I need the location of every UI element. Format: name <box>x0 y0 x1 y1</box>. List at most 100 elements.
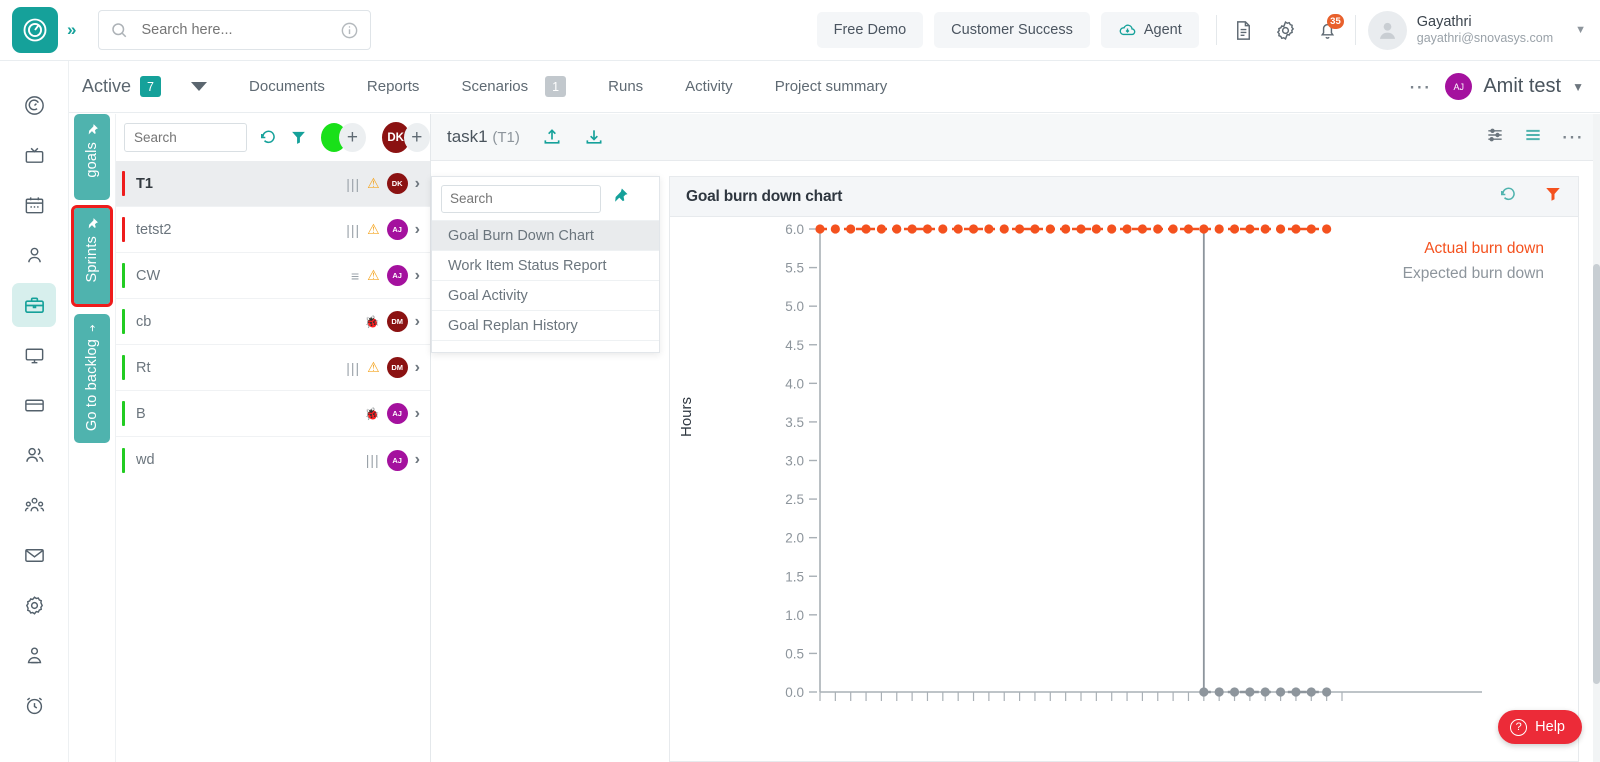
tab-documents[interactable]: Documents <box>249 78 325 95</box>
tab-activity[interactable]: Activity <box>685 78 733 95</box>
row-avatar[interactable]: AJ <box>387 403 408 424</box>
chevron-right-icon[interactable]: › <box>415 221 420 239</box>
notifications-button[interactable]: 35 <box>1307 10 1349 50</box>
add-goal-button[interactable]: + <box>339 123 365 152</box>
priority-icon[interactable]: ||| <box>346 360 360 376</box>
table-row[interactable]: B 🐞 AJ › <box>116 391 430 437</box>
info-circle-icon[interactable] <box>340 21 359 40</box>
sidebar-item-mail[interactable] <box>12 533 56 577</box>
search-input[interactable] <box>141 22 340 38</box>
list-search-input[interactable] <box>124 123 247 152</box>
menu-item-goal-burn-down-chart[interactable]: Goal Burn Down Chart <box>432 220 659 250</box>
row-avatar[interactable]: AJ <box>387 265 408 286</box>
sidebar-item-spiral[interactable] <box>12 83 56 127</box>
vertical-scrollbar[interactable] <box>1593 114 1600 762</box>
menu-item-goal-activity[interactable]: Goal Activity <box>432 280 659 310</box>
vtab-go-to-backlog[interactable]: Go to backlog <box>74 314 110 443</box>
table-row[interactable]: cb 🐞 DM › <box>116 299 430 345</box>
top-header: » Free Demo Customer Success Ag <box>0 0 1600 61</box>
tab-project-summary[interactable]: Project summary <box>775 78 888 95</box>
warning-icon[interactable]: ⚠ <box>367 221 380 238</box>
sidebar-item-monitor[interactable] <box>12 333 56 377</box>
vtab-goals[interactable]: goals <box>74 114 110 200</box>
chevron-right-icon[interactable]: › <box>415 451 420 469</box>
sidebar-item-tv[interactable] <box>12 133 56 177</box>
sidebar-item-person[interactable] <box>12 233 56 277</box>
active-filter[interactable]: Active 7 <box>82 76 207 97</box>
add-owner-button[interactable]: + <box>404 123 430 152</box>
report-search-input[interactable] <box>441 185 601 213</box>
tab-runs[interactable]: Runs <box>608 78 643 95</box>
scrollbar-thumb[interactable] <box>1593 264 1600 684</box>
two-people-icon <box>23 444 46 467</box>
row-avatar[interactable]: DM <box>387 357 408 378</box>
table-row[interactable]: Rt ||| ⚠ DM › <box>116 345 430 391</box>
ellipsis-icon[interactable]: ⋯ <box>1561 124 1584 150</box>
download-button[interactable] <box>584 127 604 147</box>
table-row[interactable]: tetst2 ||| ⚠ AJ › <box>116 207 430 253</box>
row-avatar[interactable]: AJ <box>387 450 408 471</box>
menu-item-goal-replan-history[interactable]: Goal Replan History <box>432 310 659 340</box>
settings-icon-button[interactable] <box>1265 10 1307 50</box>
ellipsis-icon[interactable]: ⋯ <box>1408 74 1431 100</box>
priority-icon[interactable]: ≡ <box>351 268 360 284</box>
pin-button[interactable] <box>611 187 629 210</box>
free-demo-button[interactable]: Free Demo <box>817 12 924 48</box>
sidebar-item-profile[interactable] <box>12 633 56 677</box>
table-row[interactable]: CW ≡ ⚠ AJ › <box>116 253 430 299</box>
project-chevron-down-icon[interactable]: ▼ <box>1572 80 1584 94</box>
sidebar-item-settings[interactable] <box>12 583 56 627</box>
priority-icon[interactable]: ||| <box>346 222 360 238</box>
upload-button[interactable] <box>542 127 562 147</box>
tab-reports[interactable]: Reports <box>367 78 420 95</box>
warning-icon[interactable]: ⚠ <box>367 267 380 284</box>
menu-item-empty <box>432 340 659 352</box>
avatar[interactable] <box>1368 11 1407 50</box>
sidebar-item-projects[interactable] <box>12 283 56 327</box>
app-logo[interactable] <box>12 7 58 53</box>
chevron-right-icon[interactable]: › <box>415 313 420 331</box>
menu-item-work-item-status-report[interactable]: Work Item Status Report <box>432 250 659 280</box>
chevron-down-icon[interactable]: ▼ <box>1575 24 1586 36</box>
chevron-right-icon[interactable]: › <box>415 175 420 193</box>
sidebar-item-timer[interactable] <box>12 683 56 727</box>
table-row[interactable]: wd ||| AJ › <box>116 437 430 483</box>
row-avatar[interactable]: DK <box>387 173 408 194</box>
warning-icon[interactable]: ⚠ <box>367 359 380 376</box>
document-icon-button[interactable] <box>1223 10 1265 50</box>
sidebar-item-calendar[interactable] <box>12 183 56 227</box>
row-avatar[interactable]: DM <box>387 311 408 332</box>
user-email: gayathri@snovasys.com <box>1417 31 1553 46</box>
chart-filter-button[interactable] <box>1544 185 1562 208</box>
bug-icon[interactable]: 🐞 <box>365 315 380 329</box>
global-search[interactable] <box>98 10 371 50</box>
goal-list-panel: + DK + T1 ||| ⚠ DK › tetst2 ||| ⚠ AJ › <box>115 114 431 762</box>
download-icon <box>584 127 604 147</box>
triangle-down-icon[interactable] <box>191 82 207 91</box>
user-info[interactable]: Gayathri gayathri@snovasys.com <box>1417 14 1553 47</box>
refresh-button[interactable] <box>259 128 278 147</box>
customer-success-button[interactable]: Customer Success <box>934 12 1090 48</box>
vtab-sprints[interactable]: Sprints <box>74 208 110 304</box>
chevron-right-icon[interactable]: › <box>415 405 420 423</box>
tab-runs-label: Runs <box>608 78 643 95</box>
warning-icon[interactable]: ⚠ <box>367 175 380 192</box>
expand-sidebar-icon[interactable]: » <box>67 20 74 40</box>
sidebar-item-card[interactable] <box>12 383 56 427</box>
filter-button[interactable] <box>290 129 307 146</box>
tab-scenarios[interactable]: Scenarios 1 <box>461 76 566 97</box>
priority-icon[interactable]: ||| <box>346 176 360 192</box>
list-view-button[interactable] <box>1523 125 1543 150</box>
bug-icon[interactable]: 🐞 <box>365 407 380 421</box>
agent-button[interactable]: Agent <box>1101 12 1199 48</box>
help-button[interactable]: ? Help <box>1498 710 1582 744</box>
chevron-right-icon[interactable]: › <box>415 359 420 377</box>
table-row[interactable]: T1 ||| ⚠ DK › <box>116 161 430 207</box>
sidebar-item-teams[interactable] <box>12 483 56 527</box>
row-avatar[interactable]: AJ <box>387 219 408 240</box>
chart-reset-button[interactable] <box>1499 185 1518 209</box>
priority-icon[interactable]: ||| <box>366 452 380 468</box>
view-settings-button[interactable] <box>1485 125 1505 150</box>
sidebar-item-contacts[interactable] <box>12 433 56 477</box>
chevron-right-icon[interactable]: › <box>415 267 420 285</box>
